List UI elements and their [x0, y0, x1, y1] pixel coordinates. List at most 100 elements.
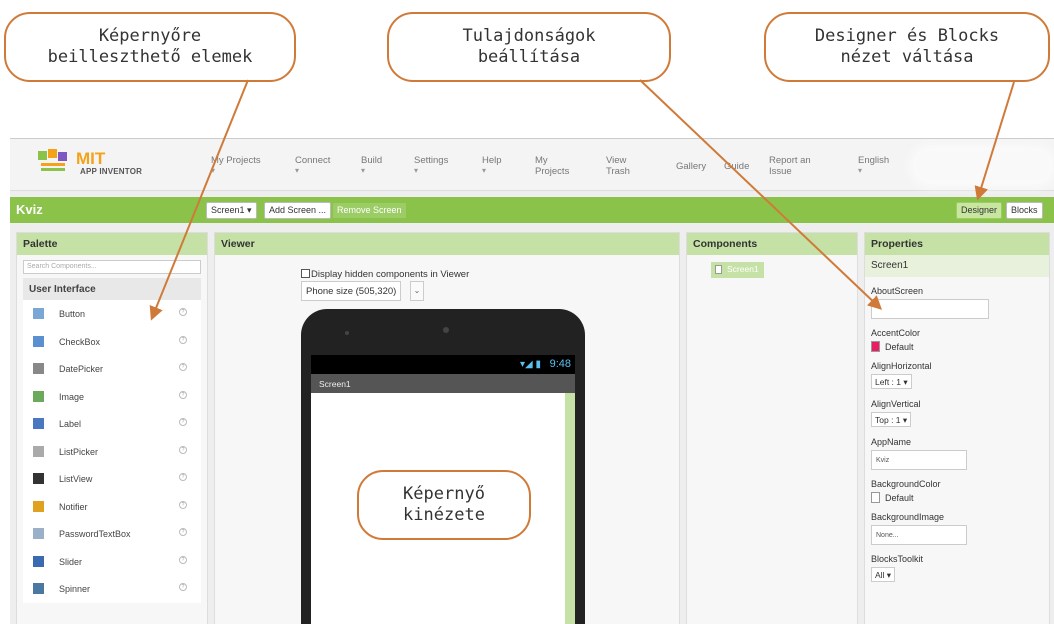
help-icon[interactable]: ? — [179, 555, 187, 564]
prop-label-appname: AppName — [871, 437, 912, 447]
backgroundcolor-value: Default — [885, 492, 914, 503]
help-icon[interactable]: ? — [179, 528, 187, 536]
collapse-toggle-icon[interactable] — [715, 265, 722, 274]
checkbox-box[interactable] — [301, 269, 310, 278]
menu-report-issue[interactable]: Report an Issue — [769, 155, 817, 177]
appname-input[interactable]: Kviz — [871, 450, 967, 470]
help-icon[interactable]: ? — [179, 418, 187, 426]
menu-settings[interactable]: Settings ▾ — [414, 155, 448, 176]
menu-gallery[interactable]: Gallery — [676, 161, 706, 172]
menu-view-trash[interactable]: View Trash — [606, 155, 636, 177]
spinner-icon — [33, 583, 44, 594]
callout-phone-screen: Képernyő kinézete — [357, 470, 531, 540]
palette-item-button[interactable]: Button? — [23, 300, 201, 328]
account-area[interactable] — [916, 151, 1050, 181]
chevron-down-icon[interactable]: ⌄ — [410, 281, 424, 301]
aboutscreen-textarea[interactable] — [871, 299, 989, 319]
menu-my-projects[interactable]: My Projects ▾ — [211, 155, 261, 176]
help-icon[interactable]: ? — [179, 363, 187, 371]
prop-label-alignvertical: AlignVertical — [871, 399, 921, 409]
help-icon[interactable]: ? — [179, 335, 187, 344]
palette-item-label: Slider — [59, 556, 83, 567]
phone-clock: 9:48 — [549, 358, 571, 370]
phone-status-bar: ▾◢ ▮ 9:48 — [311, 355, 575, 374]
display-hidden-checkbox[interactable]: Display hidden components in Viewer — [301, 269, 469, 280]
blocks-button[interactable]: Blocks — [1006, 202, 1043, 219]
palette-item-label: PasswordTextBox — [59, 529, 131, 539]
palette-item-label: ListView — [59, 474, 93, 484]
label-icon — [33, 418, 44, 429]
logo-subtitle: APP INVENTOR — [80, 167, 143, 176]
viewer-header: Viewer — [215, 233, 679, 255]
listview-icon — [33, 473, 44, 484]
screen-select[interactable]: Screen1 ▾ — [206, 202, 257, 219]
help-icon[interactable]: ? — [179, 473, 187, 481]
palette-search-input[interactable]: Search Components... — [23, 260, 201, 274]
menu-my-projects-link[interactable]: My Projects — [535, 155, 569, 177]
properties-panel: Properties Screen1 AboutScreen AccentCol… — [864, 232, 1050, 624]
palette-item-listview[interactable]: ListView? — [23, 465, 201, 493]
prop-label-backgroundcolor: BackgroundColor — [871, 479, 941, 489]
palette-category-user-interface[interactable]: User Interface — [23, 278, 201, 300]
palette-item-passwordtextbox[interactable]: PasswordTextBox? — [23, 520, 201, 548]
menu-label: Connect — [295, 155, 331, 166]
help-icon[interactable]: ? — [179, 583, 187, 591]
palette-header: Palette — [17, 233, 207, 255]
menu-guide[interactable]: Guide — [724, 161, 749, 172]
help-icon[interactable]: ? — [179, 500, 187, 509]
callout-designer-blocks: Designer és Blocks nézet váltása — [764, 12, 1050, 82]
chevron-down-icon: ▾ — [211, 166, 216, 175]
palette-item-label: Notifier — [59, 501, 88, 512]
callout-line: Designer és Blocks — [814, 26, 1000, 46]
button-icon — [33, 308, 44, 319]
prop-label-blockstoolkit: BlocksToolkit — [871, 554, 924, 564]
menu-build[interactable]: Build ▾ — [361, 155, 382, 176]
properties-header: Properties — [865, 233, 1049, 255]
palette-item-datepicker[interactable]: DatePicker? — [23, 355, 201, 383]
page: MIT APP INVENTOR My Projects ▾ Connect ▾ B… — [0, 0, 1054, 624]
logo-brand: MIT — [76, 149, 106, 168]
color-swatch — [871, 341, 880, 352]
menu-connect[interactable]: Connect ▾ — [295, 155, 330, 176]
palette-item-checkbox[interactable]: CheckBox? — [23, 327, 201, 355]
palette-item-image[interactable]: Image? — [23, 382, 201, 410]
alignvertical-select[interactable]: Top : 1 ▾ — [871, 412, 912, 427]
menu-label: Build — [361, 155, 383, 166]
palette-item-label: Button — [59, 309, 86, 319]
palette-item-notifier[interactable]: Notifier? — [23, 492, 201, 520]
designer-button[interactable]: Designer — [956, 202, 1003, 219]
remove-screen-button[interactable]: Remove Screen — [332, 202, 407, 219]
signal-icon: ▾◢ ▮ — [520, 359, 541, 370]
camera-icon — [345, 331, 349, 335]
blockstoolkit-select[interactable]: All ▾ — [871, 567, 896, 582]
backgroundcolor-picker[interactable]: Default — [871, 492, 1043, 503]
prop-label-accentcolor: AccentColor — [871, 328, 921, 338]
help-icon[interactable]: ? — [179, 390, 187, 399]
alignhorizontal-select[interactable]: Left : 1 ▾ — [871, 374, 912, 389]
help-icon[interactable]: ? — [179, 445, 187, 454]
menu-help[interactable]: Help ▾ — [482, 155, 502, 176]
component-tree-item[interactable]: Screen1 — [711, 262, 764, 278]
palette-item-label: CheckBox — [59, 336, 101, 347]
chevron-down-icon: ▾ — [414, 166, 419, 175]
mit-app-inventor-logo[interactable]: MIT APP INVENTOR — [36, 147, 156, 183]
phone-size-select[interactable]: Phone size (505,320) — [301, 281, 402, 301]
callout-line: kinézete — [403, 505, 485, 525]
menu-language[interactable]: English ▾ — [858, 155, 889, 176]
add-screen-button[interactable]: Add Screen ... — [264, 202, 332, 219]
accentcolor-picker[interactable]: Default — [871, 341, 1043, 352]
app-inventor-window: MIT APP INVENTOR My Projects ▾ Connect ▾ B… — [10, 138, 1054, 624]
palette-item-listpicker[interactable]: ListPicker? — [23, 437, 201, 465]
component-label: Screen1 — [727, 264, 759, 274]
chevron-down-icon: ▾ — [295, 166, 300, 175]
palette-item-slider[interactable]: Slider? — [23, 547, 201, 575]
phone-preview: ▾◢ ▮ 9:48 Screen1 — [301, 309, 585, 624]
help-icon[interactable]: ? — [179, 308, 187, 316]
chevron-down-icon: ▾ — [361, 166, 366, 175]
notifier-icon — [33, 500, 44, 512]
listpicker-icon — [33, 445, 44, 457]
backgroundimage-input[interactable]: None... — [871, 525, 967, 545]
palette-item-label: Label — [59, 419, 82, 429]
palette-item-label[interactable]: Label? — [23, 410, 201, 438]
palette-item-spinner[interactable]: Spinner? — [23, 575, 201, 603]
